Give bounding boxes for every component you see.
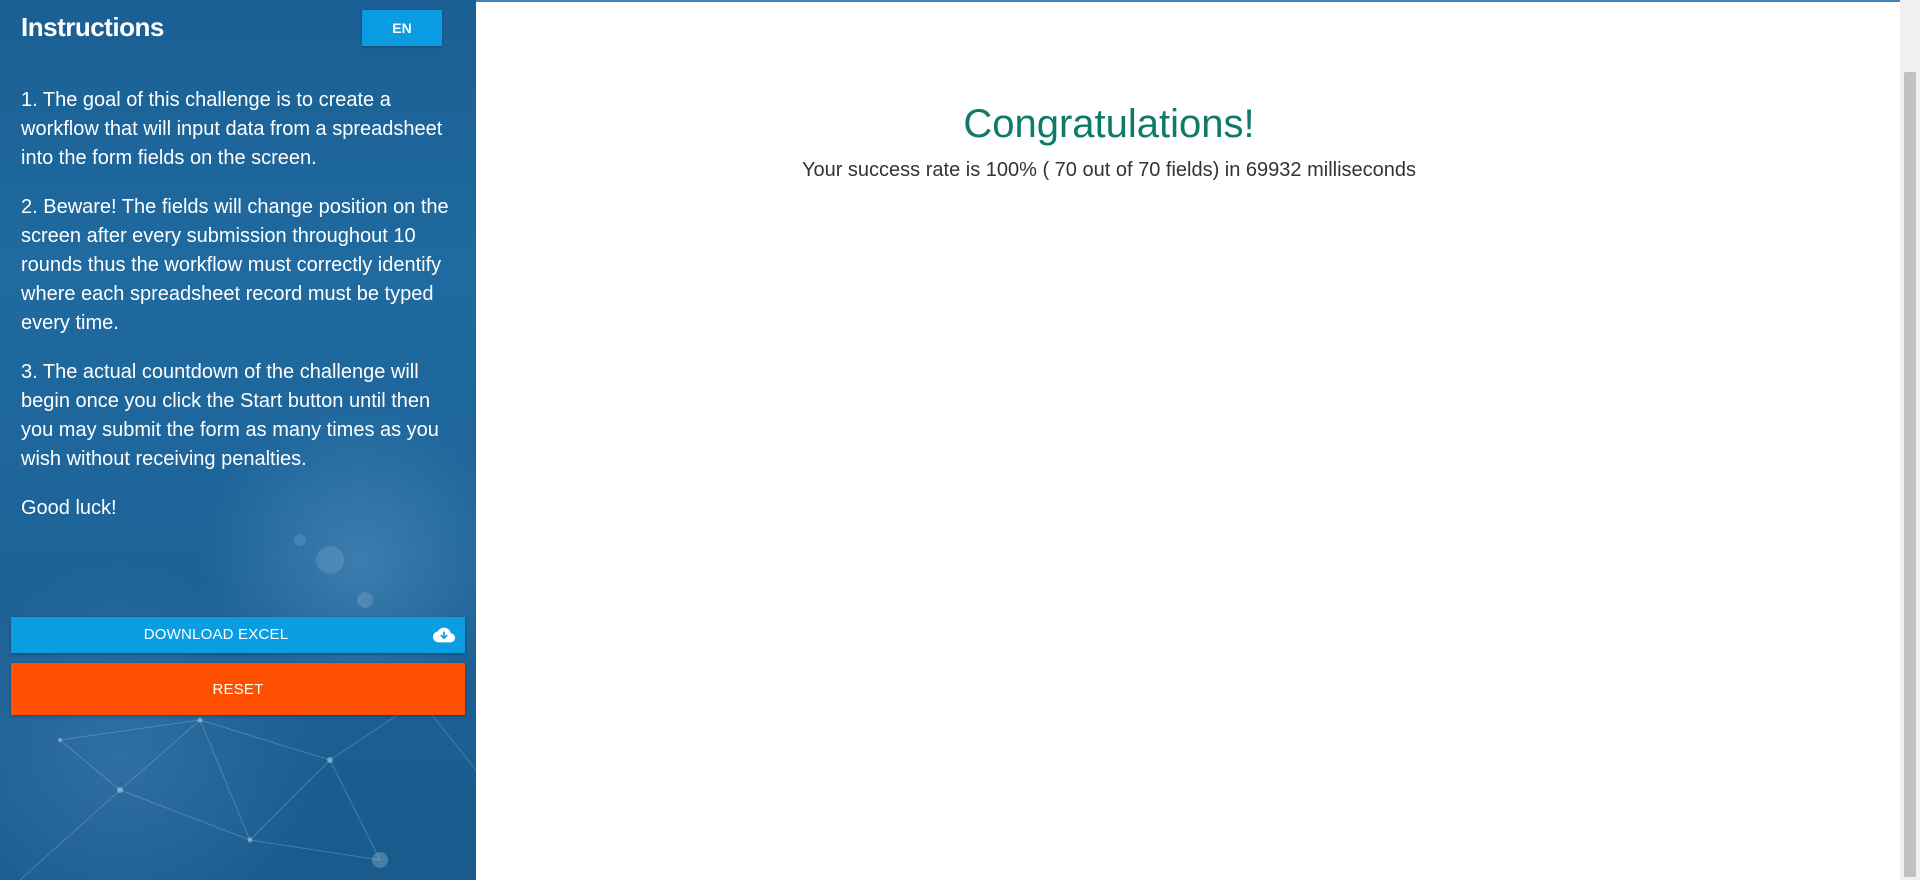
instructions-text: 1. The goal of this challenge is to crea… — [21, 86, 461, 543]
sidebar-title: Instructions — [21, 12, 164, 42]
instruction-step-2: 2. Beware! The fields will change positi… — [21, 196, 449, 334]
instruction-step-3: 3. The actual countdown of the challenge… — [21, 361, 439, 470]
download-excel-label: DOWNLOAD EXCEL — [143, 626, 289, 643]
scrollbar-thumb[interactable] — [1904, 72, 1916, 877]
instruction-good-luck: Good luck! — [21, 497, 117, 519]
success-rate-message: Your success rate is 100% ( 70 out of 70… — [801, 159, 1417, 181]
cloud-download-icon — [433, 627, 455, 643]
instruction-step-1: 1. The goal of this challenge is to crea… — [21, 89, 443, 169]
app-window: Instructions EN 1. The goal of this chal… — [0, 0, 1920, 880]
congratulations-heading: Congratulations! — [963, 102, 1255, 146]
reset-button[interactable]: RESET — [11, 663, 465, 715]
sidebar-header: Instructions EN — [21, 10, 442, 56]
instructions-sidebar: Instructions EN 1. The goal of this chal… — [0, 0, 476, 880]
download-excel-button[interactable]: DOWNLOAD EXCEL — [11, 617, 465, 653]
vertical-scrollbar[interactable] — [1900, 0, 1920, 880]
result-panel: Congratulations! Your success rate is 10… — [476, 0, 1900, 880]
language-button[interactable]: EN — [362, 10, 442, 46]
